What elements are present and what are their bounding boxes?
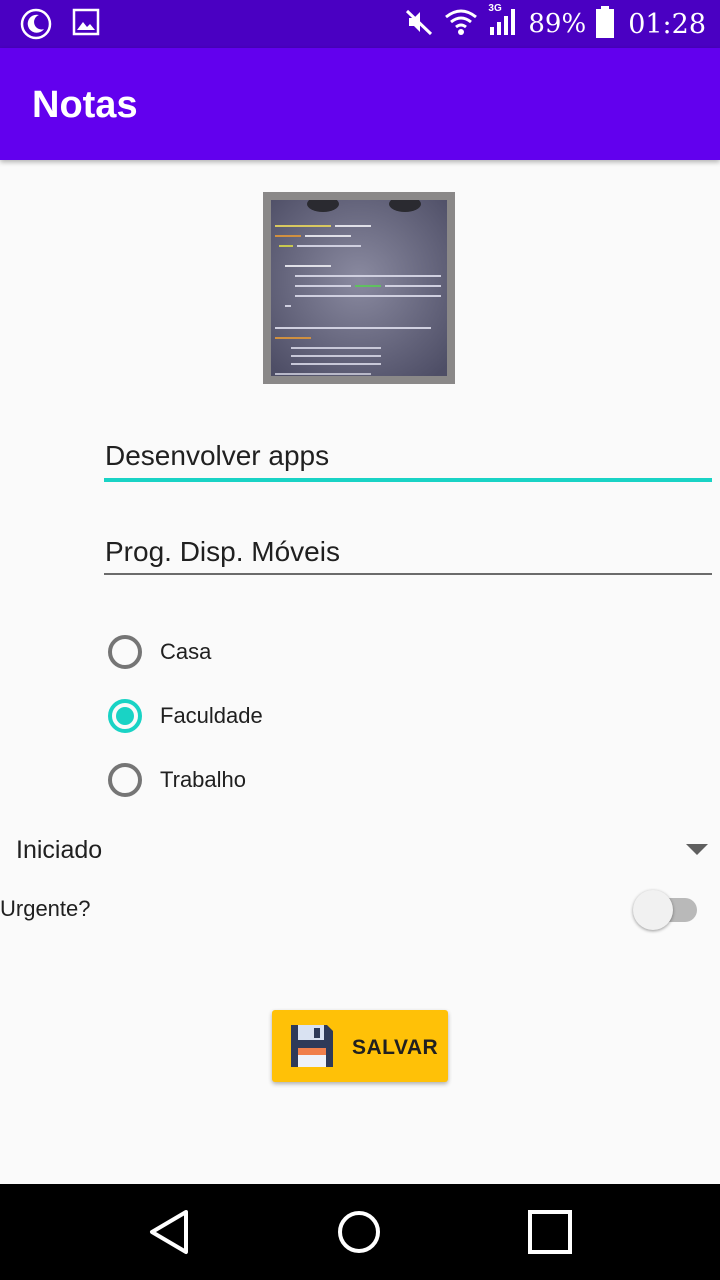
battery-percent: 89% — [528, 9, 587, 39]
radio-label[interactable]: Casa — [160, 639, 211, 665]
note-photo[interactable] — [263, 192, 455, 384]
title-field-underline — [104, 478, 712, 482]
status-bar: 3G 89% 01:28 — [0, 0, 720, 48]
title-input-value[interactable]: Desenvolver apps — [104, 440, 712, 472]
code-screenshot-image — [271, 200, 447, 376]
mute-icon — [404, 7, 434, 42]
switch-thumb[interactable] — [633, 890, 673, 930]
clock: 01:28 — [628, 8, 706, 40]
recents-icon[interactable] — [526, 1208, 574, 1256]
network-type: 3G — [488, 2, 502, 14]
image-icon — [72, 8, 100, 45]
page-title: Notas — [32, 84, 138, 126]
app-bar: Notas — [0, 48, 720, 160]
wifi-icon — [444, 7, 478, 42]
urgent-row: Urgente? — [0, 888, 720, 932]
subject-input-value[interactable]: Prog. Disp. Móveis — [104, 536, 712, 568]
save-button[interactable]: SALVAR — [272, 1010, 448, 1082]
moon-icon — [20, 8, 52, 45]
floppy-disk-icon — [288, 1022, 336, 1070]
title-field[interactable]: Desenvolver apps — [104, 440, 712, 484]
save-button-label[interactable]: SALVAR — [352, 1036, 438, 1060]
signal-icon: 3G — [488, 3, 518, 42]
radio-dot — [116, 707, 134, 725]
home-icon[interactable] — [335, 1208, 383, 1256]
radio-unchecked-icon[interactable] — [108, 635, 142, 669]
radio-checked-icon[interactable] — [108, 699, 142, 733]
subject-field-underline — [104, 573, 712, 575]
status-dropdown[interactable]: Iniciado — [16, 828, 708, 872]
category-radio-group: Casa Faculdade Trabalho — [108, 620, 263, 812]
radio-casa[interactable]: Casa — [108, 620, 263, 684]
radio-label[interactable]: Faculdade — [160, 703, 263, 729]
status-dropdown-value[interactable]: Iniciado — [16, 836, 102, 865]
dropdown-arrow-icon[interactable] — [686, 844, 708, 855]
urgent-switch[interactable] — [633, 890, 699, 930]
radio-unchecked-icon[interactable] — [108, 763, 142, 797]
radio-label[interactable]: Trabalho — [160, 767, 246, 793]
radio-trabalho[interactable]: Trabalho — [108, 748, 263, 812]
back-icon[interactable] — [146, 1208, 194, 1256]
system-nav-bar — [0, 1184, 720, 1280]
urgent-label: Urgente? — [0, 896, 91, 921]
radio-faculdade[interactable]: Faculdade — [108, 684, 263, 748]
subject-field[interactable]: Prog. Disp. Móveis — [104, 536, 712, 580]
battery-icon — [596, 5, 615, 43]
